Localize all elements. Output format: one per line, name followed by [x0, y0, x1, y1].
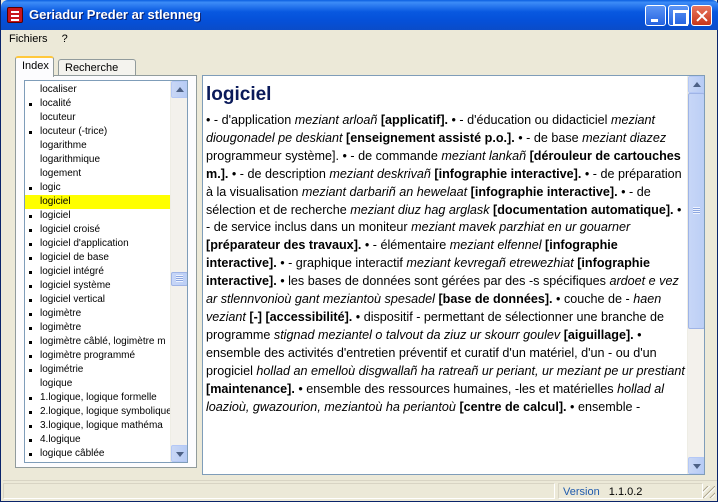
app-icon[interactable] [7, 7, 23, 23]
tab-recherche[interactable]: Recherche [58, 59, 136, 76]
status-version-pane: Version 1.1.0.2 [558, 483, 703, 499]
entry-translation: meziant lankañ [441, 148, 527, 163]
list-item[interactable]: logiciel de base [25, 251, 171, 265]
definition-content: logiciel • - d'application meziant arloa… [206, 82, 686, 416]
list-item[interactable]: logiciel [25, 209, 171, 223]
list-item[interactable]: 4.logique [25, 433, 171, 447]
list-item[interactable]: logiciel croisé [25, 223, 171, 237]
list-item[interactable]: logiciel d'application [25, 237, 171, 251]
index-list: localiser localité locuteur locuteur (-tric… [25, 83, 171, 461]
list-item[interactable]: 2.logique, logique symbolique [25, 405, 171, 419]
entry-body: • - d'application meziant arloañ [applic… [206, 112, 686, 416]
entry-text: • - graphique interactif [276, 256, 407, 271]
entry-text: • - d'éducation ou didacticiel [448, 113, 611, 127]
entry-text: • - de commande [338, 148, 442, 163]
entry-text: • - élémentaire [361, 238, 450, 253]
entry-text: • couche de - [552, 292, 634, 307]
list-item[interactable]: locuteur [25, 111, 171, 125]
list-item[interactable]: 1.logique, logique formelle [25, 391, 171, 405]
list-item[interactable]: localité [25, 97, 171, 111]
list-item[interactable]: logarithmique [25, 153, 171, 167]
menu-fichiers[interactable]: Fichiers [3, 30, 53, 49]
entry-translation: meziant deskrivañ [329, 166, 431, 181]
entry-headword: logiciel [206, 84, 272, 105]
list-item[interactable]: locuteur (-trice) [25, 125, 171, 139]
scroll-up-button[interactable] [171, 81, 187, 98]
menu-bar: Fichiers ? [3, 30, 717, 49]
entry-domain: [préparateur des travaux]. [206, 238, 362, 253]
definition-scrollbar[interactable] [687, 76, 704, 474]
entry-domain: [-] [accessibilité]. [245, 309, 353, 324]
scroll-down-button[interactable] [688, 457, 704, 474]
version-label: Version [563, 486, 600, 498]
entry-translation: meziant arloañ [294, 113, 378, 127]
entry-translation: meziant mavek parzhiat en ur gouarner [411, 220, 631, 235]
index-listbox[interactable]: localiser localité locuteur locuteur (-tric… [24, 80, 188, 463]
scroll-thumb[interactable] [688, 93, 704, 329]
tab-index[interactable]: Index [15, 56, 54, 77]
scroll-up-button[interactable] [688, 76, 704, 93]
index-panel: localiser localité locuteur locuteur (-tric… [15, 75, 197, 468]
list-item[interactable]: logiciel vertical [25, 293, 171, 307]
entry-domain: [base de données]. [434, 292, 553, 307]
entry-domain: [infographie interactive]. [467, 184, 618, 199]
entry-domain: [aiguillage]. [560, 327, 634, 342]
entry-domain: [applicatif]. [377, 113, 449, 127]
status-main-pane [3, 483, 555, 499]
list-item[interactable]: logimètre [25, 307, 171, 321]
list-item[interactable]: logimètre programmé [25, 349, 171, 363]
list-item[interactable]: logique câblée [25, 447, 171, 461]
list-item[interactable]: logiciel intégré [25, 265, 171, 279]
entry-translation: hollad an emelloù disgwallañ ha ratreañ … [256, 363, 685, 378]
entry-domain: [infographie interactive]. [430, 166, 582, 181]
entry-text: • ensemble - [566, 399, 641, 414]
scroll-thumb[interactable] [171, 272, 187, 286]
window-title: Geriadur Preder ar stlenneg [29, 7, 201, 22]
entry-translation: meziant diuz hag arglask [350, 202, 490, 217]
scroll-down-button[interactable] [171, 445, 187, 462]
entry-translation: stignad meziantel o talvout da ziuz ur s… [273, 327, 561, 342]
list-item[interactable]: 3.logique, logique mathéma [25, 419, 171, 433]
list-item[interactable]: logarithme [25, 139, 171, 153]
entry-text: programmeur système]. [206, 148, 339, 163]
list-item[interactable]: logic [25, 181, 171, 195]
entry-text: • les bases de données sont gérées par d… [276, 274, 610, 289]
list-item[interactable]: logimètre [25, 321, 171, 335]
list-item[interactable]: logiciel système [25, 279, 171, 293]
entry-text: • - d'application [206, 113, 295, 127]
resize-grip-icon[interactable] [703, 486, 715, 498]
status-bar: Version 1.1.0.2 [3, 480, 717, 500]
title-bar[interactable]: Geriadur Preder ar stlenneg [1, 0, 718, 30]
entry-text: • - de base [514, 130, 583, 145]
minimize-button[interactable] [645, 5, 666, 26]
index-scrollbar[interactable] [170, 81, 187, 462]
entry-domain: [enseignement assisté p.o.]. [342, 130, 515, 145]
list-item[interactable]: localiser [25, 83, 171, 97]
menu-help[interactable]: ? [56, 30, 73, 49]
entry-domain: [maintenance]. [206, 381, 295, 396]
definition-panel: logiciel • - d'application meziant arloa… [202, 75, 705, 475]
entry-text: • - de description [228, 166, 330, 181]
entry-translation: meziant elfennel [449, 238, 542, 253]
entry-domain: [centre de calcul]. [455, 399, 567, 414]
entry-translation: meziant darbariñ an hewelaat [301, 184, 468, 199]
entry-translation: meziant kevregañ etrewezhiat [406, 256, 574, 271]
close-button[interactable] [691, 5, 712, 26]
version-number: 1.1.0.2 [608, 486, 643, 498]
list-item[interactable]: logimètre câblé, logimètre m [25, 335, 171, 349]
list-item[interactable]: logiciel [25, 195, 171, 209]
list-item[interactable]: logique [25, 377, 171, 391]
entry-domain: [documentation automatique]. [489, 202, 674, 217]
app-window: Geriadur Preder ar stlenneg Fichiers ? I… [0, 0, 718, 502]
entry-text: • ensemble des ressources humaines, -les… [294, 381, 618, 396]
entry-translation: meziant diazez [582, 130, 667, 145]
list-item[interactable]: logement [25, 167, 171, 181]
list-item[interactable]: logimétrie [25, 363, 171, 377]
maximize-button[interactable] [668, 5, 689, 26]
